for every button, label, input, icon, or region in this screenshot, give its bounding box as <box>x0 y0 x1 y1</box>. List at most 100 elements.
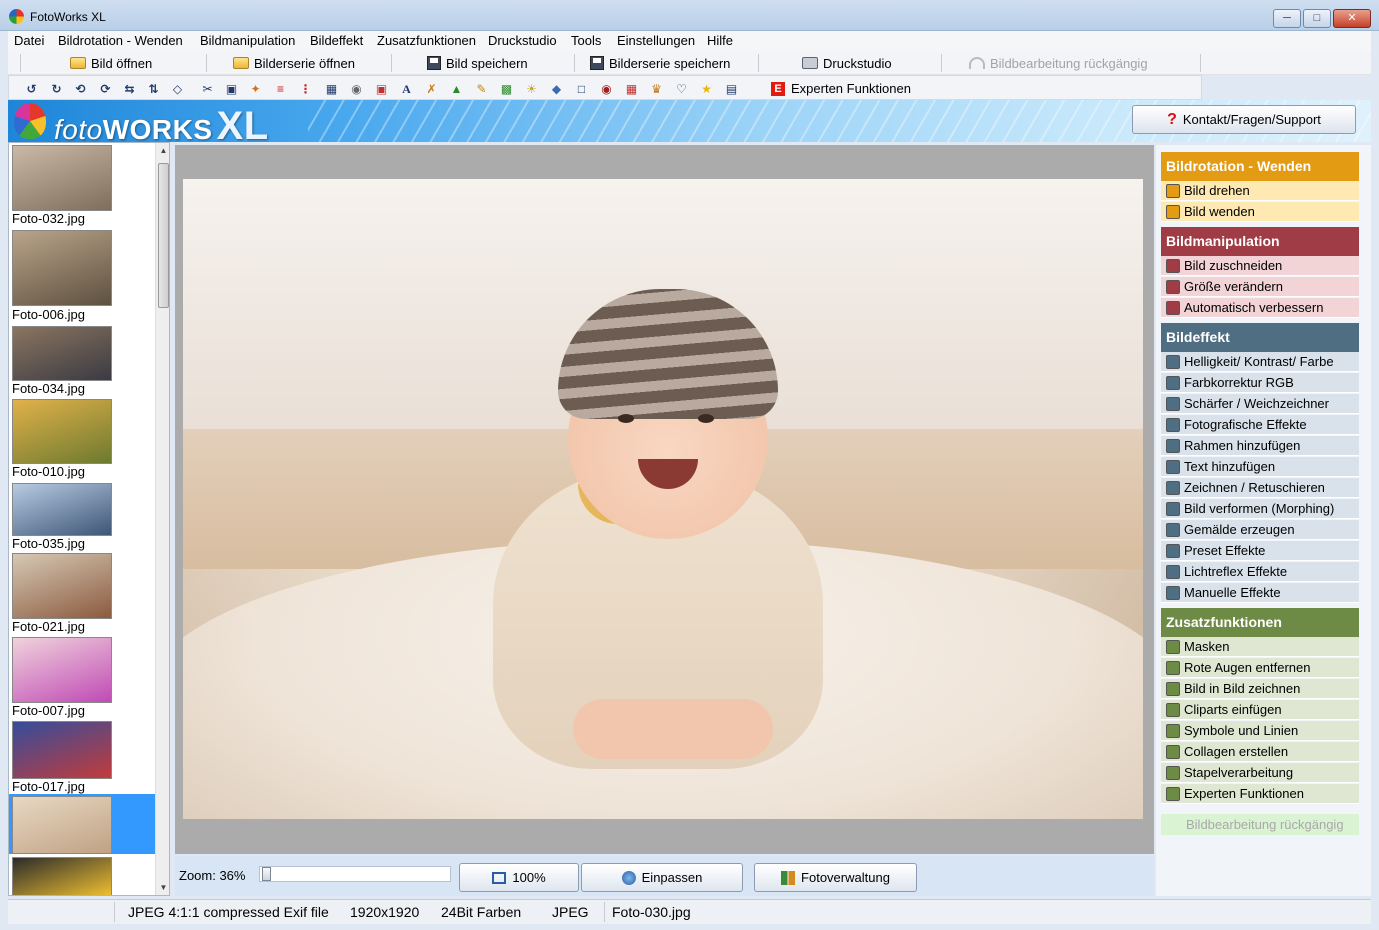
zoom-slider-knob[interactable] <box>262 867 271 881</box>
zoom-slider[interactable] <box>259 866 451 882</box>
flip-vertical-icon[interactable]: ⇅ <box>146 82 161 97</box>
support-button[interactable]: ? Kontakt/Fragen/Support <box>1132 105 1356 134</box>
open-image-button[interactable]: Bild öffnen <box>70 54 152 72</box>
menu-bildmanipulation[interactable]: Bildmanipulation <box>200 33 295 48</box>
sliders-icon[interactable]: ≡ <box>273 82 288 97</box>
panel-item[interactable]: Cliparts einfügen <box>1161 700 1359 720</box>
paint-icon[interactable]: ✎ <box>474 82 489 97</box>
thumbnail-item[interactable]: Foto-021.jpg <box>9 551 155 634</box>
panel-item[interactable]: Größe verändern <box>1161 277 1359 297</box>
sharpen-icon[interactable]: ▦ <box>324 82 339 97</box>
rotate-ccw-icon[interactable]: ⟲ <box>73 82 88 97</box>
frame-icon[interactable]: ▣ <box>374 82 389 97</box>
panel-item[interactable]: Automatisch verbessern <box>1161 298 1359 318</box>
panel-item[interactable]: Manuelle Effekte <box>1161 583 1359 603</box>
thumbnail-item[interactable]: Foto-017.jpg <box>9 719 155 794</box>
panel-item[interactable]: Fotografische Effekte <box>1161 415 1359 435</box>
scroll-up-icon[interactable]: ▲ <box>156 143 169 158</box>
text-icon[interactable]: A <box>399 82 414 97</box>
panel-item[interactable]: Rahmen hinzufügen <box>1161 436 1359 456</box>
mirror-icon[interactable]: ◇ <box>170 82 185 97</box>
undo-button[interactable]: Bildbearbeitung rückgängig <box>969 54 1148 72</box>
menu-bildeffekt[interactable]: Bildeffekt <box>310 33 363 48</box>
expert-functions-button[interactable]: E Experten Funktionen <box>771 81 911 96</box>
thumbnail-item[interactable] <box>9 855 155 895</box>
panel-item[interactable]: Collagen erstellen <box>1161 742 1359 762</box>
rgb-icon[interactable]: ⋮ <box>298 82 313 97</box>
thumbnail-item[interactable] <box>9 794 155 854</box>
menu-datei[interactable]: Datei <box>14 33 44 48</box>
thumbnail-item[interactable]: Foto-035.jpg <box>9 481 155 551</box>
panel-item[interactable]: Helligkeit/ Kontrast/ Farbe <box>1161 352 1359 372</box>
symbols-icon[interactable]: ♡ <box>674 82 689 97</box>
mask-icon[interactable]: □ <box>574 82 589 97</box>
open-series-button[interactable]: Bilderserie öffnen <box>233 54 355 72</box>
panel-item[interactable]: Rote Augen entfernen <box>1161 658 1359 678</box>
fit-button[interactable]: Einpassen <box>581 863 743 892</box>
actual-size-button[interactable]: 100% <box>459 863 579 892</box>
thumbnail-scrollbar[interactable]: ▲ ▼ <box>155 143 169 895</box>
menu-einstellungen[interactable]: Einstellungen <box>617 33 695 48</box>
panel-item[interactable]: Lichtreflex Effekte <box>1161 562 1359 582</box>
thumbnail-item[interactable]: Foto-034.jpg <box>9 324 155 396</box>
resize-icon[interactable]: ▣ <box>224 82 239 97</box>
panel-item[interactable]: Stapelverarbeitung <box>1161 763 1359 783</box>
wand-icon[interactable]: ✦ <box>248 82 263 97</box>
save-series-button[interactable]: Bilderserie speichern <box>590 54 730 72</box>
morph-icon[interactable]: ▲ <box>449 82 464 97</box>
panel-undo-button[interactable]: Bildbearbeitung rückgängig <box>1161 814 1359 835</box>
save-image-button[interactable]: Bild speichern <box>427 54 528 72</box>
panel-item[interactable]: Farbkorrektur RGB <box>1161 373 1359 393</box>
menu-tools[interactable]: Tools <box>571 33 601 48</box>
panel-item[interactable]: Preset Effekte <box>1161 541 1359 561</box>
panel-item[interactable]: Bild zuschneiden <box>1161 256 1359 276</box>
thumbnail-item[interactable]: Foto-032.jpg <box>9 143 155 227</box>
batch-icon[interactable]: ▤ <box>724 82 739 97</box>
panel-item[interactable]: Bild in Bild zeichnen <box>1161 679 1359 699</box>
flip-horizontal-icon[interactable]: ⇆ <box>122 82 137 97</box>
eye-icon[interactable]: ◉ <box>599 82 614 97</box>
scissors-icon[interactable]: ✂ <box>200 82 215 97</box>
rotate-left-icon[interactable]: ↺ <box>24 82 39 97</box>
section-header[interactable]: Bildeffekt <box>1161 323 1359 352</box>
menu-zusatzfunktionen[interactable]: Zusatzfunktionen <box>377 33 476 48</box>
panel-item[interactable]: Bild verformen (Morphing) <box>1161 499 1359 519</box>
section-header[interactable]: Zusatzfunktionen <box>1161 608 1359 637</box>
light-icon[interactable]: ☀ <box>524 82 539 97</box>
scroll-down-icon[interactable]: ▼ <box>156 880 169 895</box>
section-header[interactable]: Bildmanipulation <box>1161 227 1359 256</box>
panel-item[interactable]: Bild wenden <box>1161 202 1359 222</box>
menu-druckstudio[interactable]: Druckstudio <box>488 33 557 48</box>
preset-icon[interactable]: ▩ <box>499 82 514 97</box>
close-button[interactable]: ✕ <box>1333 9 1371 28</box>
clipart-icon[interactable]: ♛ <box>649 82 664 97</box>
thumbnail-item[interactable]: Foto-007.jpg <box>9 635 155 718</box>
rotate-right-icon[interactable]: ↻ <box>49 82 64 97</box>
print-studio-button[interactable]: Druckstudio <box>802 54 892 72</box>
minimize-button[interactable]: ─ <box>1273 9 1301 28</box>
panel-item[interactable]: Experten Funktionen <box>1161 784 1359 804</box>
panel-item[interactable]: Bild drehen <box>1161 181 1359 201</box>
manual-icon[interactable]: ◆ <box>549 82 564 97</box>
pip-icon[interactable]: ▦ <box>624 82 639 97</box>
draw-icon[interactable]: ✗ <box>424 82 439 97</box>
panel-item[interactable]: Text hinzufügen <box>1161 457 1359 477</box>
image-canvas[interactable] <box>175 145 1154 854</box>
rotate-cw-icon[interactable]: ⟳ <box>98 82 113 97</box>
photo-manager-button[interactable]: Fotoverwaltung <box>754 863 917 892</box>
scroll-thumb[interactable] <box>158 163 169 308</box>
panel-item[interactable]: Gemälde erzeugen <box>1161 520 1359 540</box>
thumbnail-item[interactable]: Foto-010.jpg <box>9 397 155 480</box>
thumbnail-image <box>12 326 112 381</box>
menu-bildrotation[interactable]: Bildrotation - Wenden <box>58 33 183 48</box>
panel-item[interactable]: Symbole und Linien <box>1161 721 1359 741</box>
menu-hilfe[interactable]: Hilfe <box>707 33 733 48</box>
panel-item[interactable]: Masken <box>1161 637 1359 657</box>
panel-item[interactable]: Schärfer / Weichzeichner <box>1161 394 1359 414</box>
star-icon[interactable]: ★ <box>699 82 714 97</box>
thumbnail-item[interactable]: Foto-006.jpg <box>9 228 155 323</box>
section-header[interactable]: Bildrotation - Wenden <box>1161 152 1359 181</box>
panel-item[interactable]: Zeichnen / Retuschieren <box>1161 478 1359 498</box>
camera-icon[interactable]: ◉ <box>349 82 364 97</box>
maximize-button[interactable]: □ <box>1303 9 1331 28</box>
